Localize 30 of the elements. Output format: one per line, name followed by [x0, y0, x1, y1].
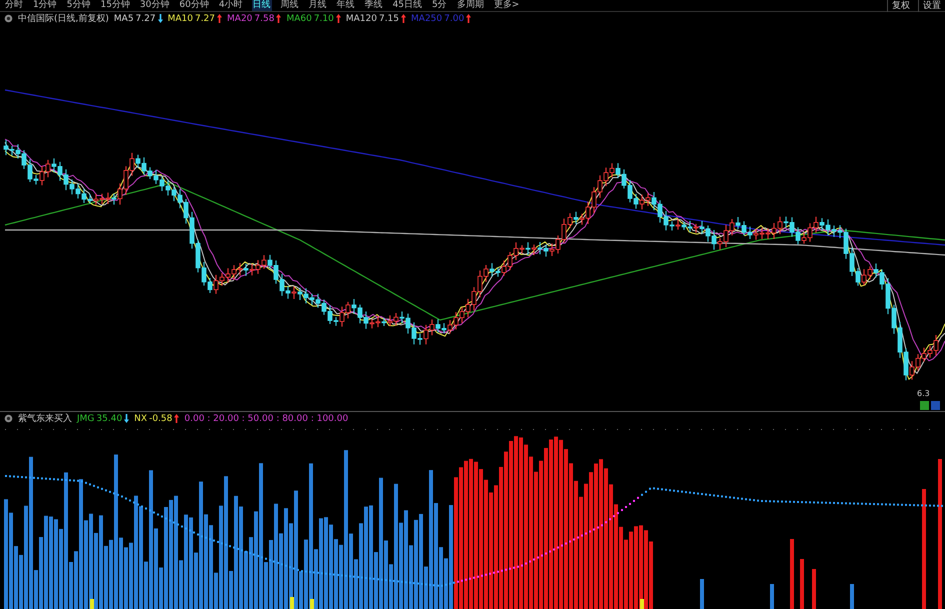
indicator-title: 紫气东来买入: [18, 412, 72, 425]
period-tab[interactable]: 5分: [431, 0, 448, 11]
indicator-value: 7.10: [314, 14, 334, 24]
indicator-name: NX: [134, 414, 148, 424]
indicator-value: 7.27: [194, 14, 216, 24]
indicator-name: MA5: [114, 14, 134, 24]
indicator-name: JMG: [77, 414, 94, 424]
period-tab[interactable]: 30分钟: [138, 0, 170, 11]
indicator-name: MA60: [286, 14, 312, 24]
period-tab[interactable]: 5分钟: [66, 0, 92, 11]
settings-icon[interactable]: [4, 14, 13, 23]
indicator-value: 7.15: [378, 14, 400, 24]
indicator-name: MA250: [411, 14, 442, 24]
indicator-value: 7.00: [444, 14, 464, 24]
indicator-name: MA10: [168, 14, 193, 24]
indicator-value: 35.40: [96, 414, 122, 424]
level-scale: 0.00 : 20.00 : 50.00 : 80.00 : 100.00: [184, 414, 348, 424]
period-tab[interactable]: 更多>: [492, 0, 520, 11]
indicator-title: 中信国际(日线,前复权): [18, 12, 109, 25]
price-label: 6.3: [917, 389, 930, 398]
indicator-name: MA120: [346, 14, 377, 24]
indicator-value: -0.58: [149, 414, 172, 424]
period-tab[interactable]: 15分钟: [99, 0, 131, 11]
indicator-name: MA20: [227, 14, 252, 24]
settings-icon[interactable]: [4, 414, 13, 423]
period-tab[interactable]: 多周期: [456, 0, 485, 11]
indicator-value: 7.58: [254, 14, 274, 24]
period-tab[interactable]: 1分钟: [32, 0, 58, 11]
period-tab[interactable]: 60分钟: [178, 0, 210, 11]
indicator-value: 7.27: [136, 14, 156, 24]
